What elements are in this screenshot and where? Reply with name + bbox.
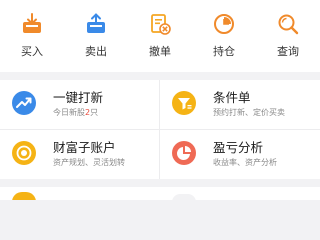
card-title: 条件单 <box>213 90 251 105</box>
card-subtitle: 今日新股2只 <box>53 108 99 117</box>
pie-chart-icon <box>172 141 196 165</box>
cancel-order-button[interactable]: 撤单 <box>128 0 192 72</box>
query-button[interactable]: 查询 <box>256 0 320 72</box>
query-label: 查询 <box>277 45 299 58</box>
sell-label: 卖出 <box>85 45 107 58</box>
conditional-order-card[interactable]: 条件单 预约打新、定价买卖 <box>160 80 319 129</box>
filter-funnel-icon <box>172 91 196 115</box>
next-section-peek <box>0 187 320 200</box>
cancel-order-icon <box>151 14 171 35</box>
positions-button[interactable]: 持仓 <box>192 0 256 72</box>
card-subtitle: 资产规划、灵活划转 <box>53 158 125 167</box>
cancel-order-label: 撤单 <box>149 45 171 58</box>
coin-icon <box>12 141 36 165</box>
trade-screen: 买入 卖出 撤单 持仓 查询 一键打新 今日新股2只 条件单 预约打新、定价买卖… <box>0 0 320 200</box>
pnl-analysis-card[interactable]: 盈亏分析 收益率、资产分析 <box>160 130 319 179</box>
sell-button[interactable]: 卖出 <box>64 0 128 72</box>
search-icon <box>278 14 299 35</box>
position-pie-icon <box>214 14 234 34</box>
buy-tray-icon <box>23 13 41 33</box>
positions-label: 持仓 <box>213 45 235 58</box>
partial-icon <box>12 192 36 200</box>
card-title: 财富子账户 <box>53 140 116 155</box>
card-subtitle: 预约打新、定价买卖 <box>213 108 285 117</box>
feature-grid: 一键打新 今日新股2只 条件单 预约打新、定价买卖 财富子账户 资产规划、灵活划… <box>0 80 320 179</box>
trend-arrow-icon <box>12 91 36 115</box>
buy-label: 买入 <box>21 45 43 58</box>
card-title: 一键打新 <box>53 90 104 105</box>
ipo-subscribe-card[interactable]: 一键打新 今日新股2只 <box>0 80 159 129</box>
sell-tray-icon <box>87 13 105 33</box>
card-title: 盈亏分析 <box>213 140 264 155</box>
quick-actions-bar: 买入 卖出 撤单 持仓 查询 <box>0 0 320 72</box>
wealth-subaccount-card[interactable]: 财富子账户 资产规划、灵活划转 <box>0 130 159 179</box>
card-subtitle: 收益率、资产分析 <box>213 158 277 167</box>
buy-button[interactable]: 买入 <box>0 0 64 72</box>
partial-icon <box>172 194 196 200</box>
